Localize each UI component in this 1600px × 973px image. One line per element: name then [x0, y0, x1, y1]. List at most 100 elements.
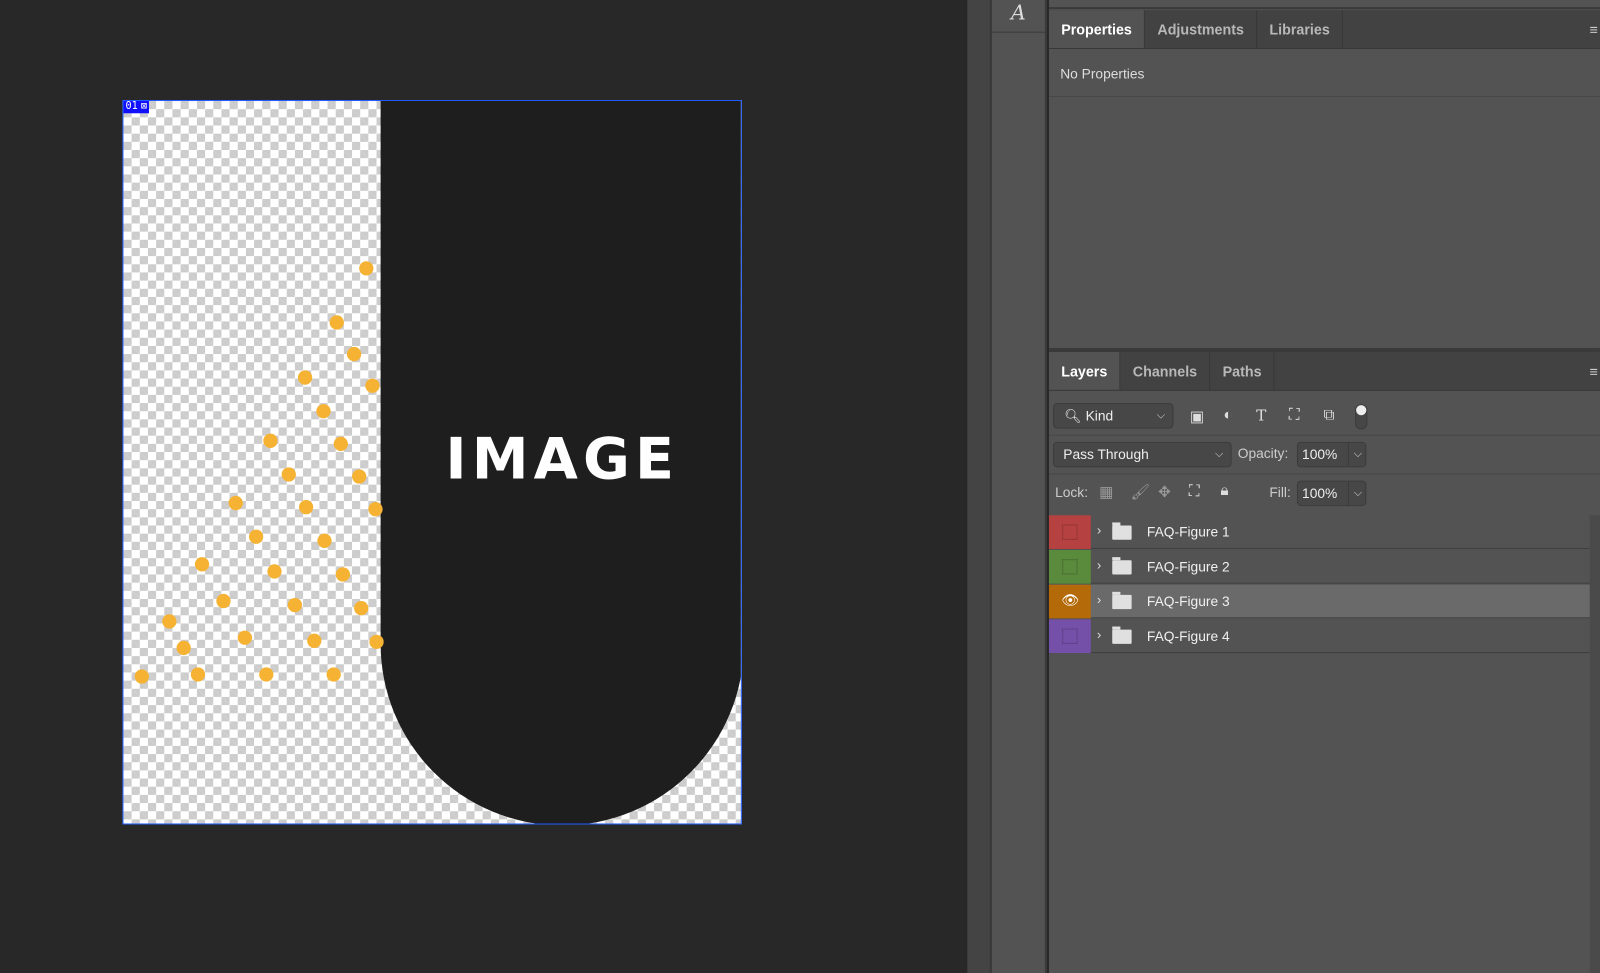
filter-kind-select[interactable]: 🔍︎ Kind ⌵ [1053, 403, 1174, 429]
filter-toggle[interactable] [1355, 404, 1368, 430]
dot [259, 667, 274, 682]
tool-dock: A [991, 0, 1047, 973]
dot [335, 567, 350, 582]
lock-image-pixels-icon[interactable]: 🖌︎ [1131, 483, 1150, 501]
visibility-toggle[interactable] [1048, 549, 1091, 584]
hidden-visibility-icon [1062, 524, 1078, 540]
panel-stub [1048, 0, 1600, 10]
dot [346, 346, 362, 362]
lock-label: Lock: [1055, 484, 1089, 500]
layer-name: FAQ-Figure 1 [1146, 524, 1230, 540]
chevron-down-icon: ⌵ [1214, 447, 1224, 461]
filter-kind-value: Kind [1085, 408, 1114, 424]
dot [194, 557, 210, 572]
dot [287, 597, 303, 613]
dot [176, 640, 191, 656]
folder-icon [1112, 522, 1132, 540]
dot [326, 667, 341, 682]
folder-icon [1112, 557, 1132, 575]
chevron-down-icon[interactable]: ⌵ [1347, 481, 1362, 506]
dot [298, 499, 314, 515]
dot [352, 469, 367, 484]
properties-tabbar: Properties Adjustments Libraries ≡ [1048, 10, 1600, 49]
blend-mode-value: Pass Through [1063, 446, 1149, 463]
dot [368, 502, 383, 517]
dot [359, 261, 374, 276]
visibility-toggle[interactable] [1048, 515, 1091, 549]
layer-row[interactable]: › FAQ-Figure 2 [1048, 549, 1590, 584]
dot [228, 495, 243, 511]
dot [216, 593, 231, 609]
dot [281, 467, 296, 482]
eye-icon: 👁︎ [1061, 591, 1080, 609]
dot [237, 630, 253, 645]
artboard-badge: 01 ⊠ [123, 101, 150, 114]
fill-label: Fill: [1269, 484, 1291, 500]
dot [317, 533, 332, 548]
tab-properties[interactable]: Properties [1048, 10, 1146, 48]
tab-paths[interactable]: Paths [1210, 352, 1275, 390]
fill-value: 100% [1302, 485, 1338, 502]
chevron-right-icon[interactable]: › [1097, 522, 1101, 537]
document-artboard[interactable]: IMAGE 01 ⊠ [122, 99, 742, 825]
visibility-toggle[interactable]: 👁︎ [1048, 584, 1091, 619]
panel-menu-icon[interactable]: ≡ [1590, 352, 1598, 391]
layers-tabbar: Layers Channels Paths ≡ [1048, 352, 1600, 391]
image-icon: ⊠ [140, 101, 148, 113]
layer-name: FAQ-Figure 3 [1146, 593, 1230, 610]
lock-all-icon[interactable]: 🔒︎ [1220, 482, 1228, 499]
properties-content: No Properties [1060, 66, 1145, 82]
hidden-visibility-icon [1062, 628, 1078, 644]
layers-scrollbar[interactable] [1589, 515, 1600, 973]
dot [263, 433, 278, 448]
panel-menu-icon[interactable]: ≡ [1590, 10, 1598, 49]
right-panels: Properties Adjustments Libraries ≡ No Pr… [1048, 0, 1600, 973]
dot [134, 669, 149, 684]
dot [297, 370, 313, 385]
chevron-right-icon[interactable]: › [1097, 627, 1101, 642]
dot [329, 315, 344, 330]
layer-row[interactable]: › FAQ-Figure 4 [1048, 619, 1590, 654]
dot [365, 378, 380, 393]
search-icon: 🔍︎ [1064, 408, 1082, 424]
dot [190, 667, 206, 682]
adjustment-layer-filter-icon[interactable]: ◐ [1223, 406, 1232, 423]
lock-artboard-icon[interactable]: ⛶ [1189, 483, 1200, 500]
layer-row[interactable]: 👁︎ › FAQ-Figure 3 [1048, 584, 1590, 619]
shape-layer-filter-icon[interactable]: ⛶ [1289, 406, 1300, 423]
chevron-down-icon: ⌵ [1156, 409, 1166, 422]
smart-object-filter-icon[interactable]: ⧉ [1323, 406, 1334, 423]
blend-mode-select[interactable]: Pass Through ⌵ [1053, 441, 1232, 468]
character-icon[interactable]: A [991, 0, 1045, 33]
tab-libraries[interactable]: Libraries [1257, 10, 1344, 48]
chevron-right-icon[interactable]: › [1097, 557, 1101, 572]
pixel-layer-filter-icon[interactable]: ▣ [1190, 407, 1204, 425]
tab-channels[interactable]: Channels [1121, 352, 1211, 390]
opacity-input[interactable]: 100% ⌵ [1296, 441, 1367, 468]
hidden-visibility-icon [1062, 559, 1078, 575]
layer-name: FAQ-Figure 4 [1146, 628, 1230, 644]
layer-row[interactable]: › FAQ-Figure 1 [1048, 515, 1590, 549]
lock-transparent-pixels-icon[interactable]: ▦ [1099, 483, 1113, 501]
tab-layers[interactable]: Layers [1048, 352, 1121, 390]
chevron-right-icon[interactable]: › [1097, 592, 1101, 607]
dock-gutter [967, 0, 992, 973]
folder-icon [1112, 591, 1132, 610]
dot [316, 404, 331, 419]
visibility-toggle[interactable] [1048, 619, 1091, 654]
tab-adjustments[interactable]: Adjustments [1145, 10, 1258, 48]
badge-number: 01 [125, 101, 138, 113]
lock-position-icon[interactable]: ✥ [1158, 483, 1171, 501]
dot [162, 614, 177, 629]
layer-name: FAQ-Figure 2 [1146, 559, 1230, 575]
dot [248, 529, 264, 544]
type-layer-filter-icon[interactable]: T [1256, 406, 1266, 424]
folder-icon [1112, 626, 1132, 644]
dot [333, 436, 348, 452]
opacity-label: Opacity: [1237, 445, 1289, 462]
dot [369, 634, 384, 649]
dark-rounded-shape: IMAGE [380, 101, 741, 824]
chevron-down-icon[interactable]: ⌵ [1347, 442, 1362, 467]
fill-input[interactable]: 100% ⌵ [1296, 480, 1367, 507]
dot [307, 633, 322, 648]
